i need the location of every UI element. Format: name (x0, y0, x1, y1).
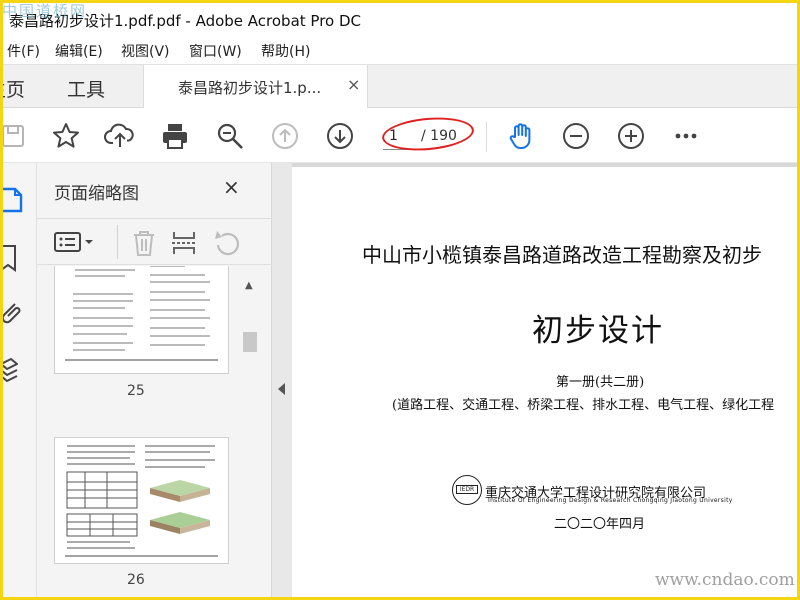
hand-tool-icon[interactable] (505, 120, 537, 152)
thumbnail-list: 25 26 (37, 266, 257, 597)
tab-tools[interactable]: 工具 (67, 75, 105, 102)
seal-text: IEDR (456, 485, 478, 494)
page-thumbnails-icon[interactable] (1, 185, 31, 219)
menu-bar: 件(F) 编辑(E) 视图(V) 窗口(W) 帮助(H) (3, 37, 797, 64)
thumbnail-page[interactable] (55, 438, 228, 563)
menu-view[interactable]: 视图(V) (121, 41, 170, 61)
document-view[interactable]: 中山市小榄镇泰昌路道路改造工程勘察及初步 初步设计 第一册(共二册) (道路工程… (292, 163, 797, 597)
bookmarks-icon[interactable] (0, 243, 31, 277)
doc-date: 二〇二〇年四月 (554, 517, 646, 532)
tab-home[interactable]: 主页 (0, 75, 25, 102)
menu-window[interactable]: 窗口(W) (189, 41, 242, 61)
thumbnail-page[interactable] (55, 266, 228, 373)
previous-page-icon[interactable] (269, 120, 301, 152)
zoom-out-icon[interactable] (560, 120, 592, 152)
next-page-icon[interactable] (324, 120, 356, 152)
thumbnail-page-number: 25 (127, 383, 145, 399)
layers-icon[interactable] (0, 355, 31, 389)
collapse-arrow-icon[interactable] (278, 383, 285, 395)
save-icon[interactable] (0, 120, 29, 152)
tab-close-button[interactable]: × (347, 75, 360, 94)
doc-main-title: 初步设计 (532, 313, 664, 349)
menu-file[interactable]: 件(F) (7, 41, 40, 61)
tab-bar: 主页 工具 泰昌路初步设计1.p... × (0, 64, 797, 109)
panel-collapse-strip[interactable] (272, 163, 292, 597)
scroll-up-arrow-icon[interactable]: ▲ (245, 280, 253, 291)
scrollbar-thumb[interactable] (243, 332, 257, 352)
company-seal-logo: IEDR (452, 475, 482, 505)
doc-company-english: Institute Of Engineering Design & Resear… (488, 497, 733, 504)
attachments-icon[interactable] (1, 298, 31, 332)
toolbar-separator (486, 122, 487, 152)
watermark-bottom-right: www.cndao.com (655, 570, 795, 590)
menu-help[interactable]: 帮助(H) (261, 41, 310, 61)
panel-close-button[interactable]: × (223, 175, 240, 199)
thumbnail-tools (37, 218, 272, 265)
zoom-in-icon[interactable] (615, 120, 647, 152)
left-tool-rail (0, 163, 37, 597)
bookmark-star-icon[interactable] (50, 120, 82, 152)
document-page: 中山市小榄镇泰昌路道路改造工程勘察及初步 初步设计 第一册(共二册) (道路工程… (292, 167, 797, 597)
thumbnail-page-number: 26 (127, 572, 145, 588)
doc-project-title: 中山市小榄镇泰昌路道路改造工程勘察及初步 (362, 243, 762, 267)
tools-divider (117, 225, 118, 259)
print-icon[interactable] (159, 120, 191, 152)
watermark-top-left: 中国道桥网 (2, 2, 88, 20)
doc-volume: 第一册(共二册) (556, 375, 645, 390)
delete-page-icon[interactable] (131, 229, 157, 261)
cloud-upload-icon[interactable] (104, 120, 136, 152)
zoom-search-icon[interactable] (214, 120, 246, 152)
options-menu-icon[interactable] (54, 231, 98, 257)
thumbnails-panel: 页面缩略图 × 25 26 ▲ (37, 163, 272, 597)
panel-title: 页面缩略图 (54, 184, 139, 204)
rotate-page-icon[interactable] (213, 229, 241, 261)
thumbnail-scrollbar[interactable]: ▲ (243, 278, 257, 597)
title-bar: 泰昌路初步设计1.pdf.pdf - Adobe Acrobat Pro DC (3, 3, 797, 37)
tab-document[interactable]: 泰昌路初步设计1.p... × (143, 65, 368, 109)
tab-document-label: 泰昌路初步设计1.p... (178, 79, 322, 97)
more-options-icon[interactable] (670, 120, 702, 152)
extract-pages-icon[interactable] (171, 229, 197, 261)
doc-scope: (道路工程、交通工程、桥梁工程、排水工程、电气工程、绿化工程 (392, 398, 775, 413)
menu-edit[interactable]: 编辑(E) (55, 41, 103, 61)
